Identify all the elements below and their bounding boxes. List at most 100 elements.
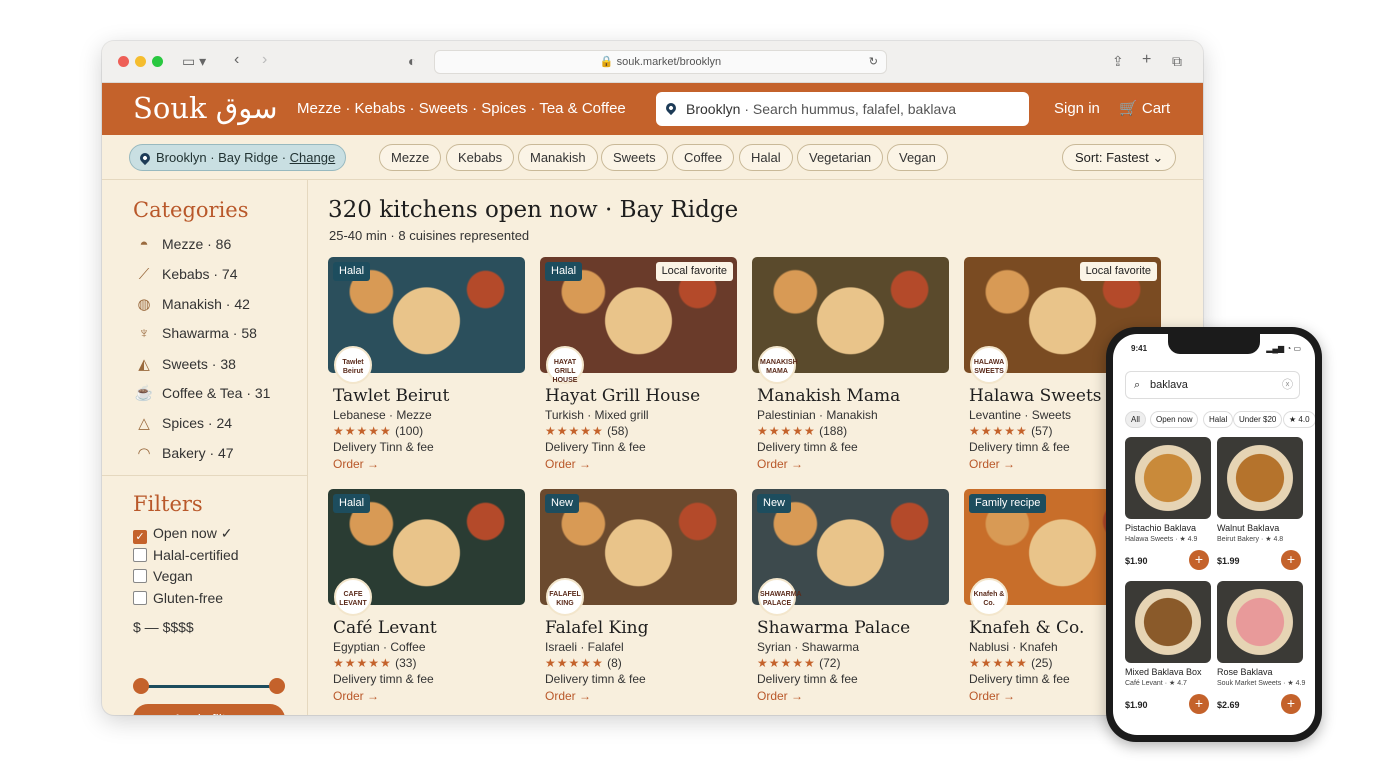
chip-manakish[interactable]: Manakish [518,144,598,171]
restaurant-card[interactable]: New FALAFEL KING Falafel King Israeli · Fal… [540,489,738,714]
restaurant-name[interactable]: Tawlet Beirut [333,386,449,406]
order-link[interactable]: Order → [969,689,1015,703]
restaurant-name[interactable]: Manakish Mama [757,386,900,406]
phone-chip-halal[interactable]: Halal [1203,411,1234,428]
bowl-icon: ◓ [139,236,149,253]
product-photo[interactable] [1217,581,1303,663]
phone-chip-under-20[interactable]: Under $20 [1233,411,1283,428]
new-tab-icon[interactable]: + [1142,51,1151,69]
restaurant-rating: ★★★★★ (8) [545,656,622,670]
filter-gluten-free[interactable]: Gluten-free [133,590,223,606]
category-spices[interactable]: △ Spices · 24 [134,414,232,432]
chip-halal[interactable]: Halal [739,144,793,171]
zoom-window-button[interactable] [152,56,163,67]
restaurant-name[interactable]: Shawarma Palace [757,618,910,638]
location-chip[interactable]: Brooklyn · Bay Ridge · Change [129,144,347,171]
product-photo[interactable] [1125,581,1211,663]
address-bar[interactable]: 🔒 souk.market/brooklyn ↻ [434,50,887,74]
minimize-window-button[interactable] [135,56,146,67]
restaurant-name[interactable]: Café Levant [333,618,437,638]
order-link[interactable]: Order → [545,457,591,471]
chip-coffee[interactable]: Coffee [672,144,735,171]
category-sweets[interactable]: ◭ Sweets · 38 [134,355,236,373]
tabs-overview-icon[interactable]: ⧉ [1172,53,1182,70]
clear-icon[interactable]: ⓧ [1282,372,1293,398]
restaurant-card[interactable]: Halal Tawlet Beirut Tawlet Beirut Lebanese … [328,257,526,482]
category-kebabs[interactable]: ⟋ Kebabs · 74 [134,266,238,283]
phone-chip-open-now[interactable]: Open now [1150,411,1199,428]
restaurant-name[interactable]: Halawa Sweets [969,386,1102,406]
add-to-cart-button[interactable]: + [1189,550,1209,570]
add-to-cart-button[interactable]: + [1281,550,1301,570]
share-icon[interactable]: ⇪ [1112,53,1124,70]
change-location-link[interactable]: Change [290,150,336,165]
cup-icon: ☕ [134,385,154,402]
order-link[interactable]: Order → [333,457,379,471]
phone-chip-rating[interactable]: ★ 4.0 [1283,411,1315,428]
price-min-handle[interactable] [133,678,149,694]
forward-icon[interactable]: › [262,51,267,69]
category-bakery[interactable]: ◠ Bakery · 47 [134,444,233,462]
checkbox[interactable] [133,569,147,583]
apply-filters-button[interactable]: Apply filters [133,704,285,715]
location-pin-icon [137,150,153,166]
chip-sweets[interactable]: Sweets [601,144,668,171]
phone-search-input[interactable]: ⌕ baklava ⓧ [1125,371,1300,399]
product-photo[interactable] [1125,437,1211,519]
order-link[interactable]: Order → [757,457,803,471]
checkbox[interactable] [133,548,147,562]
chip-mezze[interactable]: Mezze [379,144,442,171]
privacy-shield-icon[interactable]: ◐ [408,53,416,69]
category-mezze[interactable]: ◓ Mezze · 86 [134,236,231,253]
product-price: $1.99 [1217,556,1240,566]
category-coffee-tea[interactable]: ☕ Coffee & Tea · 31 [134,384,271,402]
order-link[interactable]: Order → [333,689,379,703]
restaurant-name[interactable]: Knafeh & Co. [969,618,1084,638]
filter-halal-certified[interactable]: Halal-certified [133,547,239,563]
chip-kebabs[interactable]: Kebabs [446,144,515,171]
checkbox[interactable] [133,591,147,605]
add-to-cart-button[interactable]: + [1281,694,1301,714]
restaurant-card[interactable]: New SHAWARMA PALACE Shawarma Palace Syrian … [752,489,950,714]
price-max-handle[interactable] [269,678,285,694]
sidebar-toggle-icon[interactable]: ▭ ▾ [182,53,206,70]
restaurant-name[interactable]: Falafel King [545,618,649,638]
phone-chip-all[interactable]: All [1125,411,1146,428]
phone-product-card[interactable]: Mixed Baklava Box Café Levant · ★ 4.7 $1.9… [1125,581,1213,719]
nav-categories[interactable]: Mezze · Kebabs · Sweets · Spices · Tea &… [297,100,626,117]
restaurant-tag: New [757,494,792,513]
add-to-cart-button[interactable]: + [1189,694,1209,714]
restaurant-card[interactable]: Halal Local favorite HAYAT GRILL HOUSE Haya… [540,257,738,482]
sign-in-link[interactable]: Sign in [1054,100,1100,117]
restaurant-card[interactable]: Halal CAFE LEVANT Café Levant Egyptian · Co… [328,489,526,714]
price-range-slider[interactable] [133,678,285,694]
filter-vegan[interactable]: Vegan [133,568,193,584]
restaurant-card[interactable]: MANAKISH MAMA Manakish Mama Palestinian · … [752,257,950,482]
search-input[interactable]: Brooklyn · Search hummus, falafel, bakla… [656,92,1029,126]
category-shawarma[interactable]: ♆ Shawarma · 58 [134,325,257,342]
reload-icon[interactable]: ↻ [869,51,878,73]
chip-vegetarian[interactable]: Vegetarian [797,144,884,171]
phone-product-card[interactable]: Pistachio Baklava Halawa Sweets · ★ 4.9 $1… [1125,437,1213,575]
order-link[interactable]: Order → [969,457,1015,471]
chip-vegan[interactable]: Vegan [887,144,948,171]
phone-product-card[interactable]: Rose Baklava Souk Market Sweets · ★ 4.9 $2… [1217,581,1305,719]
filter-open-now[interactable]: ✓ Open now ✓ [133,525,232,544]
restaurant-rating: ★★★★★ (72) [757,656,840,670]
checkbox-checked[interactable]: ✓ [133,530,147,544]
sort-dropdown[interactable]: Sort: Fastest ⌄ [1062,144,1177,171]
phone-product-card[interactable]: Walnut Baklava Beirut Bakery · ★ 4.8 $1.99… [1217,437,1305,575]
order-link[interactable]: Order → [757,689,803,703]
back-icon[interactable]: ‹ [234,51,239,69]
restaurant-tag: Halal [333,262,371,281]
product-photo[interactable] [1217,437,1303,519]
category-manakish[interactable]: ◍ Manakish · 42 [134,295,249,313]
cart-button[interactable]: 🛒 Cart [1119,99,1170,117]
restaurant-logo: FALAFEL KING [546,578,584,616]
order-link[interactable]: Order → [545,689,591,703]
restaurant-name[interactable]: Hayat Grill House [545,386,700,406]
close-window-button[interactable] [118,56,129,67]
logo[interactable]: Souk سوق [133,91,278,125]
search-placeholder: · Search hummus, falafel, baklava [744,101,957,117]
product-name: Rose Baklava [1217,667,1273,677]
